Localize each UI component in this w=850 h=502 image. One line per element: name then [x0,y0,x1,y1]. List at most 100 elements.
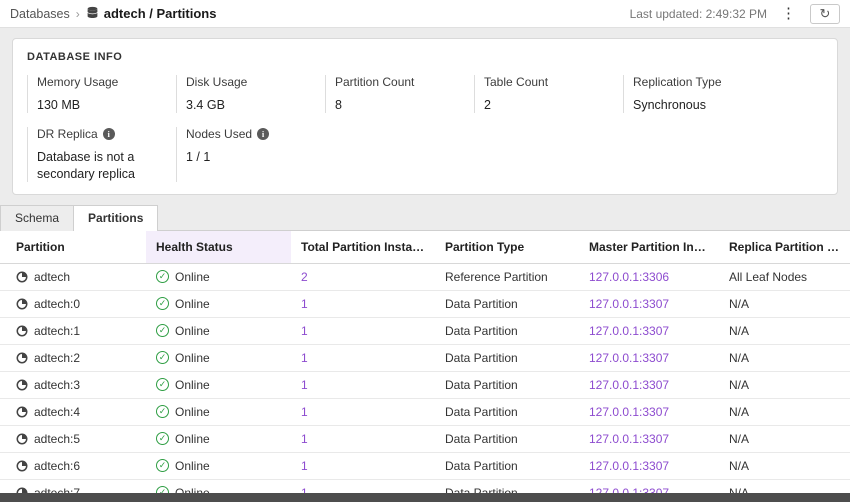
info-icon[interactable] [257,128,269,140]
partition-pie-icon [16,460,28,472]
stat-label: Table Count [484,75,623,89]
health-status-text: Online [175,432,210,446]
total-instances-link[interactable]: 1 [301,432,308,446]
master-instance-link[interactable]: 127.0.0.1:3307 [589,378,669,392]
column-header-partition-type[interactable]: Partition Type [435,231,579,264]
master-instance-cell: 127.0.0.1:3307 [579,317,719,344]
master-instance-cell: 127.0.0.1:3307 [579,452,719,479]
total-instances-link[interactable]: 2 [301,270,308,284]
partition-type-cell: Data Partition [435,425,579,452]
page-title: adtech / Partitions [86,6,217,22]
partition-type-cell: Data Partition [435,317,579,344]
partition-pie-icon [16,298,28,310]
stat-value: 130 MB [37,97,176,113]
column-header-partition[interactable]: Partition [0,231,146,264]
tab-bar: Schema Partitions [0,205,850,230]
health-status-text: Online [175,378,210,392]
online-check-icon [156,459,169,472]
refresh-button[interactable]: ↻ [810,4,840,24]
total-instances-link[interactable]: 1 [301,351,308,365]
health-status-cell: Online [146,452,291,479]
master-instance-link[interactable]: 127.0.0.1:3307 [589,405,669,419]
master-instance-link[interactable]: 127.0.0.1:3307 [589,351,669,365]
table-row: adtech:4Online1Data Partition127.0.0.1:3… [0,398,850,425]
health-status-cell: Online [146,263,291,290]
total-instances-link[interactable]: 1 [301,297,308,311]
stat-value: 2 [484,97,623,113]
table-row: adtech:1Online 1 Data Partition 127.0.0.1:3… [0,317,850,344]
health-status-cell: Online [146,317,291,344]
replica-instance-cell: N/A [719,371,850,398]
partition-pie-icon [16,352,28,364]
partition-pie-icon [16,433,28,445]
total-instances-cell: 1 [291,344,435,371]
stat-replication-type: Replication Type Synchronous [623,75,772,113]
partition-name: adtech:0 [34,297,80,311]
column-header-master-instance[interactable]: Master Partition Instance ... [579,231,719,264]
master-instance-link[interactable]: 127.0.0.1:3307 [589,432,669,446]
total-instances-cell: 2 [291,263,435,290]
online-check-icon [156,324,169,337]
breadcrumb-databases-link[interactable]: Databases [10,7,70,21]
page-title-text: adtech / Partitions [104,6,217,21]
partition-cell: adtech:2 [0,344,146,371]
total-instances-link[interactable]: 1 [301,378,308,392]
total-instances-link[interactable]: 1 [301,405,308,419]
partition-type-cell: Reference Partition [435,263,579,290]
health-status-cell: Online [146,344,291,371]
replica-instance-cell: All Leaf Nodes [719,263,850,290]
total-instances-cell: 1 [291,398,435,425]
master-instance-cell: 127.0.0.1:3307 [579,371,719,398]
master-instance-cell: 127.0.0.1:3307 [579,290,719,317]
stats-row-secondary: DR Replica Database is not a secondary r… [27,127,823,182]
health-status-text: Online [175,405,210,419]
stat-table-count: Table Count 2 [474,75,623,113]
stat-label: Memory Usage [37,75,176,89]
partition-pie-icon [16,379,28,391]
partition-cell: adtech [0,263,146,290]
table-header-row: Partition Health Status Total Partition … [0,231,850,264]
horizontal-scrollbar[interactable] [0,493,850,502]
database-info-card: DATABASE INFO Memory Usage 130 MB Disk U… [12,38,838,195]
master-instance-link[interactable]: 127.0.0.1:3307 [589,459,669,473]
master-instance-cell: 127.0.0.1:3307 [579,344,719,371]
kebab-menu-icon[interactable]: ⋮ [777,6,800,21]
stat-nodes-used: Nodes Used 1 / 1 [176,127,325,182]
replica-instance-cell: N/A [719,425,850,452]
partition-cell: adtech:1 [0,317,146,344]
partition-name: adtech [34,270,70,284]
master-instance-link[interactable]: 127.0.0.1:3306 [589,270,669,284]
stat-value: 8 [335,97,474,113]
partition-name: adtech:4 [34,405,80,419]
total-instances-link[interactable]: 1 [301,459,308,473]
table-row: adtech Online 2 Reference Partition 127.0.0.… [0,263,850,290]
master-instance-link[interactable]: 127.0.0.1:3307 [589,297,669,311]
stat-value: 1 / 1 [186,149,318,165]
total-instances-cell: 1 [291,452,435,479]
info-icon[interactable] [103,128,115,140]
master-instance-link[interactable]: 127.0.0.1:3307 [589,324,669,338]
total-instances-cell: 1 [291,371,435,398]
tab-partitions[interactable]: Partitions [74,205,158,231]
total-instances-cell: 1 [291,425,435,452]
master-instance-cell: 127.0.0.1:3307 [579,398,719,425]
column-header-health-status[interactable]: Health Status [146,231,291,264]
health-status-cell: Online [146,425,291,452]
stat-partition-count: Partition Count 8 [325,75,474,113]
stat-label-text: DR Replica [37,127,98,141]
table-row: adtech:6Online1Data Partition127.0.0.1:3… [0,452,850,479]
health-status-cell: Online [146,398,291,425]
health-status-cell: Online [146,290,291,317]
partition-cell: adtech:5 [0,425,146,452]
tab-schema[interactable]: Schema [0,205,74,231]
total-instances-link[interactable]: 1 [301,324,308,338]
health-status-text: Online [175,351,210,365]
partition-type-cell: Data Partition [435,290,579,317]
partition-cell: adtech:6 [0,452,146,479]
column-header-total-instances[interactable]: Total Partition Instances [291,231,435,264]
column-header-replica-instance[interactable]: Replica Partition Instance ... [719,231,850,264]
partition-pie-icon [16,271,28,283]
top-bar: Databases › adtech / Partitions Last upd… [0,0,850,28]
stat-label: Replication Type [633,75,772,89]
card-title: DATABASE INFO [27,51,823,63]
